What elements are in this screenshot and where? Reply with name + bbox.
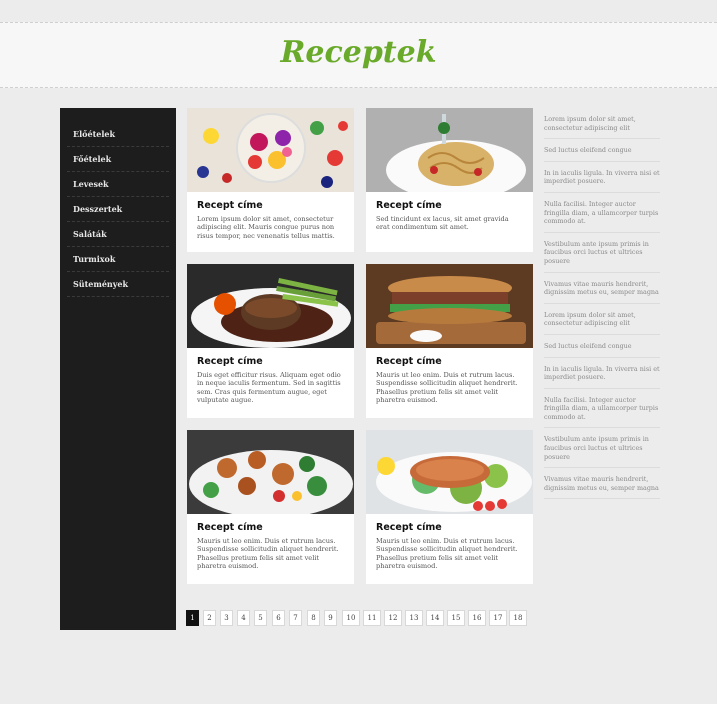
side-link[interactable]: In in iaculis ligula. In viverra nisi et… bbox=[544, 358, 660, 389]
side-link[interactable]: Vestibulum ante ipsum primis in faucibus… bbox=[544, 233, 660, 273]
recipe-card[interactable]: Recept címe Lorem ipsum dolor sit amet, … bbox=[187, 108, 354, 252]
recipe-card[interactable]: Recept címe Sed tincidunt ex lacus, sit … bbox=[366, 108, 533, 252]
side-link[interactable]: Nulla facilisi. Integer auctor fringilla… bbox=[544, 193, 660, 233]
side-link[interactable]: Nulla facilisi. Integer auctor fringilla… bbox=[544, 389, 660, 429]
page-link[interactable]: 15 bbox=[447, 610, 465, 626]
recipe-card[interactable]: Recept címe Mauris ut leo enim. Duis et … bbox=[187, 430, 354, 584]
recipe-card[interactable]: Recept címe Mauris ut leo enim. Duis et … bbox=[366, 264, 533, 418]
recipe-card[interactable]: Recept címe Mauris ut leo enim. Duis et … bbox=[366, 430, 533, 584]
sidebar-item-desszertek[interactable]: Desszertek bbox=[67, 197, 169, 222]
recipe-title[interactable]: Recept címe bbox=[376, 356, 523, 367]
page-link[interactable]: 17 bbox=[489, 610, 507, 626]
page-link[interactable]: 3 bbox=[220, 610, 233, 626]
recipe-image-chicken-salad[interactable] bbox=[187, 430, 354, 514]
page-link[interactable]: 14 bbox=[426, 610, 444, 626]
sidebar-item-salatak[interactable]: Saláták bbox=[67, 222, 169, 247]
recipe-description: Mauris ut leo enim. Duis et rutrum lacus… bbox=[376, 537, 518, 571]
recipe-image-fruit-bowl[interactable] bbox=[187, 108, 354, 192]
page-link[interactable]: 5 bbox=[254, 610, 267, 626]
sidebar-item-levesek[interactable]: Levesek bbox=[67, 172, 169, 197]
page-link[interactable]: 6 bbox=[272, 610, 285, 626]
side-link[interactable]: Vivamus vitae mauris hendrerit, dignissi… bbox=[544, 468, 660, 500]
recipe-description: Mauris ut leo enim. Duis et rutrum lacus… bbox=[376, 371, 518, 405]
sidebar-item-turmixok[interactable]: Turmixok bbox=[67, 247, 169, 272]
side-link[interactable]: Lorem ipsum dolor sit amet, consectetur … bbox=[544, 108, 660, 140]
recipe-image-pasta[interactable] bbox=[366, 108, 533, 192]
side-link[interactable]: Lorem ipsum dolor sit amet, consectetur … bbox=[544, 304, 660, 335]
page-link[interactable]: 4 bbox=[237, 610, 250, 626]
page-link[interactable]: 16 bbox=[468, 610, 486, 626]
recipe-card[interactable]: Recept címe Duis eget efficitur risus. A… bbox=[187, 264, 354, 418]
recipe-title[interactable]: Recept címe bbox=[197, 356, 344, 367]
recipe-title[interactable]: Recept címe bbox=[376, 200, 523, 211]
recipe-title[interactable]: Recept címe bbox=[376, 522, 523, 533]
recipe-description: Mauris ut leo enim. Duis et rutrum lacus… bbox=[197, 537, 339, 571]
page-link-current[interactable]: 1 bbox=[186, 610, 199, 626]
page-link[interactable]: 12 bbox=[384, 610, 402, 626]
page-link[interactable]: 9 bbox=[324, 610, 337, 626]
side-link[interactable]: Vivamus vitae mauris hendrerit, dignissi… bbox=[544, 273, 660, 304]
page-link[interactable]: 7 bbox=[289, 610, 302, 626]
side-link[interactable]: In in iaculis ligula. In viverra nisi et… bbox=[544, 162, 660, 193]
sidebar-item-sutemenyek[interactable]: Sütemények bbox=[67, 272, 169, 297]
recipe-image-steak[interactable] bbox=[187, 264, 354, 348]
recipe-description: Sed tincidunt ex lacus, sit amet gravida… bbox=[376, 215, 509, 232]
page-link[interactable]: 11 bbox=[363, 610, 381, 626]
page-link[interactable]: 2 bbox=[203, 610, 216, 626]
page-link[interactable]: 13 bbox=[405, 610, 423, 626]
category-sidebar: Előételek Főételek Levesek Desszertek Sa… bbox=[60, 108, 176, 630]
sidebar-item-foetelek[interactable]: Főételek bbox=[67, 147, 169, 172]
recipe-description: Duis eget efficitur risus. Aliquam eget … bbox=[197, 371, 341, 405]
site-logo[interactable]: Receptek bbox=[0, 35, 717, 70]
site-header: Receptek bbox=[0, 22, 717, 88]
right-link-column: Lorem ipsum dolor sit amet, consectetur … bbox=[544, 108, 660, 500]
page-link[interactable]: 10 bbox=[342, 610, 360, 626]
recipe-description: Lorem ipsum dolor sit amet, consectetur … bbox=[197, 215, 335, 240]
side-link[interactable]: Sed luctus eleifend congue bbox=[544, 139, 660, 162]
recipe-title[interactable]: Recept címe bbox=[197, 522, 344, 533]
sidebar-item-eloetelek[interactable]: Előételek bbox=[67, 122, 169, 147]
side-link[interactable]: Sed luctus eleifend congue bbox=[544, 335, 660, 358]
recipe-title[interactable]: Recept címe bbox=[197, 200, 344, 211]
recipe-image-sandwich[interactable] bbox=[366, 264, 533, 348]
page-link[interactable]: 18 bbox=[509, 610, 527, 626]
page-link[interactable]: 8 bbox=[307, 610, 320, 626]
side-link[interactable]: Vestibulum ante ipsum primis in faucibus… bbox=[544, 428, 660, 469]
recipe-image-salmon[interactable] bbox=[366, 430, 533, 514]
